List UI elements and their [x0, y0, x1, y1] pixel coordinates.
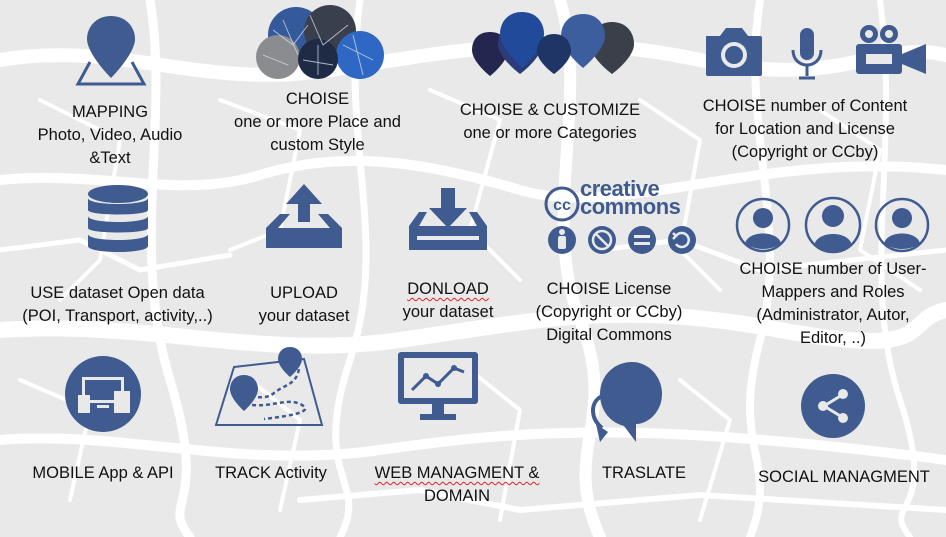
upload-icon — [266, 184, 342, 248]
camera-icon — [706, 28, 762, 76]
license-label: CHOISE License (Copyright or CCby) Digital… — [535, 280, 683, 344]
track-label: TRACK Activity — [215, 464, 327, 482]
svg-text:cc: cc — [553, 197, 571, 214]
mapping-label: MAPPING Photo, Video, Audio &Text — [37, 103, 183, 167]
download-label: DONLOAD your dataset — [402, 280, 494, 321]
translate-label: TRASLATE — [601, 464, 687, 482]
users-icon — [735, 196, 930, 254]
users-label: CHOISE number of User- Mappers and Roles(… — [739, 260, 927, 347]
track-route-icon — [214, 347, 324, 426]
map-styles-icon — [256, 5, 384, 79]
download-icon — [409, 188, 487, 250]
cc-logo-line2: commons — [580, 194, 681, 219]
social-label: SOCIAL MANAGMENT — [758, 468, 930, 486]
video-camera-icon — [856, 25, 926, 74]
categories-label: CHOISE & CUSTOMIZE one or more Categories — [459, 101, 641, 142]
camera-mic-video-icon — [706, 25, 926, 80]
mobile-label: MOBILE App & API — [32, 464, 174, 482]
creative-commons-icon: cc creative commons — [542, 178, 702, 258]
category-pins-icon — [472, 12, 634, 76]
content-label: CHOISE number of Content for Location and… — [702, 97, 908, 161]
translate-icon — [591, 362, 662, 442]
map-pin-icon — [75, 16, 147, 86]
place-style-label: CHOISE one or more Place and custom Style — [234, 90, 401, 154]
dataset-label: USE dataset Open data (POI, Transport, ac… — [22, 284, 213, 325]
database-icon — [88, 185, 148, 252]
microphone-icon — [791, 28, 823, 80]
devices-icon — [65, 356, 141, 432]
web-label: WEB MANAGMENT & DOMAIN — [374, 464, 540, 505]
upload-label: UPLOAD your dataset — [258, 284, 350, 325]
share-icon — [801, 374, 865, 438]
monitor-chart-icon — [398, 352, 478, 420]
